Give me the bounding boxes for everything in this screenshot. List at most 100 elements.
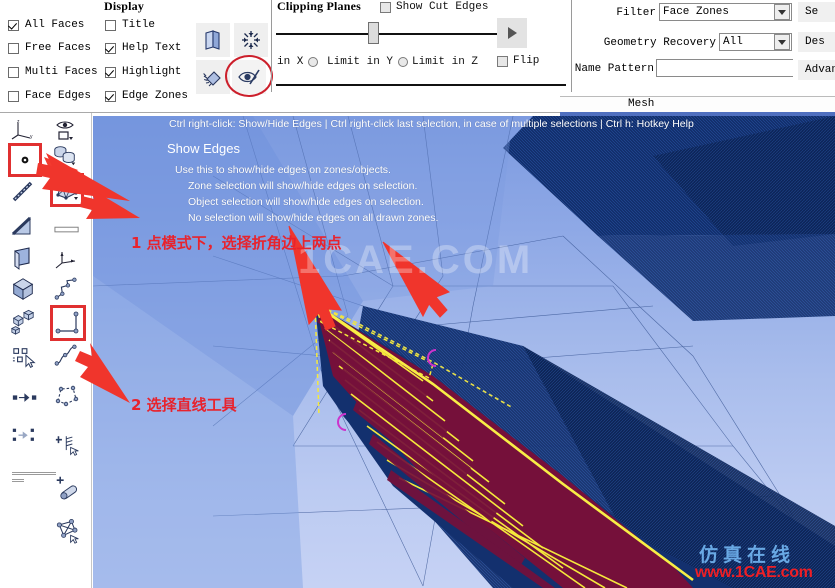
checkbox-help-text-box[interactable]: [105, 42, 116, 54]
3d-viewport[interactable]: 1CAE.COM Ctrl right-click: Show/Hide Edg…: [93, 116, 835, 588]
help-body-line-1: Use this to show/hide edges on zones/obj…: [175, 164, 391, 176]
limit-in-x-radio[interactable]: [308, 57, 319, 67]
checkbox-edge-zones-label: Edge Zones: [122, 90, 189, 102]
help-body-line-3: Object selection will show/hide edges on…: [188, 196, 424, 208]
checkbox-face-edges-box[interactable]: [8, 90, 19, 102]
marquee-select-icon: [12, 348, 36, 368]
checkbox-help-text-label: Help Text: [122, 42, 182, 54]
eye-select-icon: [56, 121, 74, 140]
checkbox-multi-faces[interactable]: Multi Faces: [8, 66, 98, 78]
copy-node-icon-button[interactable]: [12, 423, 38, 449]
polygon-zone-icon-button[interactable]: [54, 177, 80, 203]
polyline-icon-button[interactable]: [54, 277, 80, 303]
ruler-icon-button[interactable]: [54, 217, 80, 243]
geometry-recovery-combobox[interactable]: All: [719, 33, 792, 51]
limit-in-y-radio[interactable]: [398, 57, 409, 67]
plane-icon-button[interactable]: [10, 245, 36, 271]
name-pattern-input[interactable]: [656, 59, 793, 77]
filter-label: Filter: [616, 7, 656, 19]
filter-combobox[interactable]: Face Zones: [659, 3, 792, 21]
line-select-icon: [12, 181, 33, 202]
checkbox-highlight[interactable]: Highlight: [105, 66, 181, 78]
select-button[interactable]: Se: [798, 2, 835, 22]
dashed-polygon-icon-button[interactable]: [54, 383, 80, 409]
flip-checkbox[interactable]: Flip: [497, 55, 539, 67]
plane-triangle-icon: [11, 216, 32, 236]
box-icon-button[interactable]: [10, 276, 36, 302]
display-group-title: Display: [104, 0, 145, 13]
checkbox-all-faces[interactable]: All Faces: [8, 19, 84, 31]
copy-node-icon: [12, 428, 34, 441]
checkbox-free-faces[interactable]: Free Faces: [8, 42, 91, 54]
clipping-slider-track[interactable]: [276, 33, 503, 35]
limit-in-z-option[interactable]: Limit in Z: [412, 56, 478, 68]
toolbar-divider-1b: [12, 479, 24, 482]
add-mesh-icon: [55, 436, 79, 456]
cylinder-zones-icon: [54, 146, 76, 166]
show-cut-edges-label: Show Cut Edges: [396, 1, 489, 13]
checkbox-face-edges-label: Face Edges: [25, 90, 92, 102]
watermark-url-text: www.1CAE.com: [695, 564, 813, 581]
mesh-tab-bar[interactable]: Mesh: [560, 96, 835, 113]
point-select-icon-button[interactable]: [12, 147, 38, 173]
clipping-planes-group: Clipping Planes Show Cut Edges in X Limi…: [272, 0, 572, 113]
marquee-select-icon-button[interactable]: [12, 345, 38, 371]
limit-in-z-label: Limit in Z: [412, 56, 479, 68]
line-select-icon-button[interactable]: [10, 179, 36, 205]
checkbox-edge-zones-box[interactable]: [105, 90, 116, 102]
chevron-down-icon-2[interactable]: [774, 34, 790, 50]
toolbar-divider-1: [12, 472, 56, 475]
mesh-tab-label: Mesh: [628, 98, 655, 110]
checkbox-face-edges[interactable]: Face Edges: [8, 90, 91, 102]
checkbox-title-box[interactable]: [105, 19, 116, 31]
checkbox-all-faces-label: All Faces: [25, 19, 85, 31]
clipping-slider-thumb[interactable]: [368, 22, 379, 44]
advanced-button[interactable]: Advan: [798, 60, 835, 80]
show-hide-edges-icon: [238, 69, 260, 85]
display-group: Display All Faces Free Faces Multi Faces…: [0, 0, 273, 113]
checkbox-highlight-box[interactable]: [105, 66, 116, 78]
flip-box[interactable]: [497, 55, 508, 67]
checkbox-help-text[interactable]: Help Text: [105, 42, 181, 54]
fit-to-window-icon-button[interactable]: [234, 23, 268, 57]
axis-triad-icon-button[interactable]: z y: [10, 117, 36, 143]
axis-small-icon-button[interactable]: [54, 247, 80, 273]
add-mesh-icon-button[interactable]: [55, 431, 81, 457]
chevron-down-icon[interactable]: [774, 4, 790, 20]
ruler-icon: [54, 226, 79, 233]
svg-text:z: z: [17, 119, 20, 125]
help-body-line-2: Zone selection will show/hide edges on s…: [188, 180, 418, 192]
book-view-icon-button[interactable]: [196, 23, 230, 57]
limit-in-x-option[interactable]: in X: [277, 56, 319, 68]
geometry-recovery-label: Geometry Recovery: [603, 37, 716, 49]
top-control-panel: Display All Faces Free Faces Multi Faces…: [0, 0, 835, 116]
move-node-icon-button[interactable]: [12, 385, 38, 411]
checkbox-all-faces-box[interactable]: [8, 19, 19, 31]
left-tool-palette: z y: [0, 113, 92, 588]
eye-select-icon-button[interactable]: [53, 117, 79, 143]
multi-box-icon-button[interactable]: [10, 309, 36, 335]
show-cut-edges-checkbox[interactable]: Show Cut Edges: [380, 1, 488, 13]
limit-in-y-option[interactable]: Limit in Y: [327, 56, 409, 68]
show-cut-edges-box[interactable]: [380, 1, 391, 13]
name-pattern-label: Name Pattern: [574, 63, 654, 75]
checkbox-multi-faces-box[interactable]: [8, 66, 19, 78]
help-hotkey-line: Ctrl right-click: Show/Hide Edges | Ctrl…: [169, 118, 694, 130]
node-graph-icon-button[interactable]: [55, 518, 81, 544]
checkbox-edge-zones[interactable]: Edge Zones: [105, 90, 188, 102]
geometry-recovery-value: All: [723, 36, 743, 48]
show-hide-edges-icon-button[interactable]: [232, 60, 266, 94]
mouse-probe-icon-button[interactable]: [196, 60, 230, 94]
plane-triangle-icon-button[interactable]: [10, 213, 36, 239]
cylinder-zones-icon-button[interactable]: [52, 143, 78, 169]
deselect-button[interactable]: Des: [798, 32, 835, 52]
add-cylinder-icon-button[interactable]: [55, 475, 81, 501]
book-view-icon: [205, 30, 220, 50]
play-animation-button[interactable]: [497, 18, 527, 48]
spline-icon-button[interactable]: [54, 343, 80, 369]
checkbox-title[interactable]: Title: [105, 19, 155, 31]
checkbox-free-faces-box[interactable]: [8, 42, 19, 54]
help-title: Show Edges: [167, 141, 240, 156]
straight-line-tool-icon-button[interactable]: [55, 310, 81, 336]
annotation-step-2: 2 选择直线工具: [131, 396, 237, 414]
